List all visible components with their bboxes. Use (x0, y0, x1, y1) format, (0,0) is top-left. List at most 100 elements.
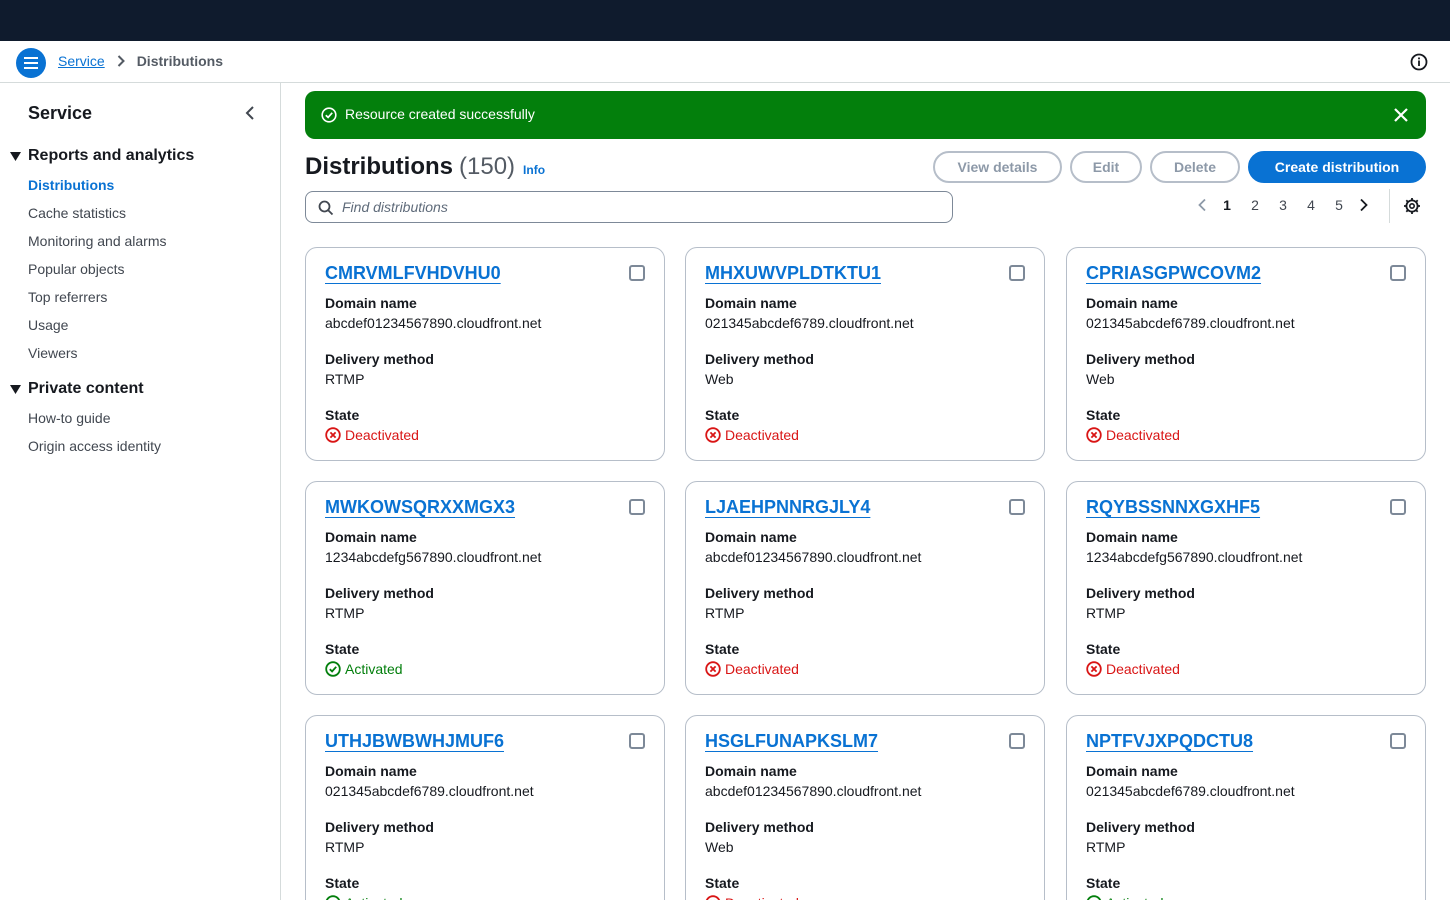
distribution-id-link[interactable]: NPTFVJXPQDCTU8 (1086, 731, 1253, 752)
pagination-divider (1389, 189, 1390, 223)
delivery-method-label: Delivery method (325, 585, 434, 601)
breadcrumb-service-link[interactable]: Service (58, 53, 105, 69)
next-page-icon[interactable] (1353, 198, 1375, 212)
state-value: Activated (325, 895, 403, 900)
delete-button[interactable]: Delete (1150, 151, 1240, 183)
domain-name-value: 1234abcdefg567890.cloudfront.net (1086, 549, 1303, 565)
view-details-button[interactable]: View details (933, 151, 1062, 183)
delivery-method-value: RTMP (1086, 605, 1126, 621)
distribution-card: MWKOWSQRXXMGX3 Domain name 1234abcdefg56… (305, 481, 665, 695)
edit-button[interactable]: Edit (1070, 151, 1142, 183)
domain-name-value: 021345abcdef6789.cloudfront.net (705, 315, 914, 331)
distribution-card: MHXUWVPLDTKTU1 Domain name 021345abcdef6… (685, 247, 1045, 461)
delivery-method-label: Delivery method (325, 819, 434, 835)
delivery-method-label: Delivery method (1086, 351, 1195, 367)
delivery-method-value: RTMP (325, 371, 365, 387)
state-label: State (705, 875, 740, 891)
close-icon[interactable] (1393, 107, 1409, 126)
domain-name-label: Domain name (705, 529, 797, 545)
distribution-card: LJAEHPNNRGJLY4 Domain name abcdef0123456… (685, 481, 1045, 695)
distribution-id-link[interactable]: UTHJBWBWHJMUF6 (325, 731, 504, 752)
breadcrumb-bar: Service Distributions (0, 41, 1450, 83)
sidebar-item-how-to-guide[interactable]: How-to guide (28, 410, 111, 426)
page-5-button[interactable]: 5 (1325, 197, 1353, 213)
state-value: Activated (1086, 895, 1164, 900)
distribution-card: UTHJBWBWHJMUF6 Domain name 021345abcdef6… (305, 715, 665, 900)
check-circle-icon (321, 107, 337, 126)
domain-name-value: 021345abcdef6789.cloudfront.net (325, 783, 534, 799)
x-circle-icon (705, 427, 721, 443)
card-select-checkbox[interactable] (1390, 733, 1406, 749)
menu-button[interactable] (16, 48, 46, 78)
previous-page-icon[interactable] (1191, 198, 1213, 212)
page-1-button[interactable]: 1 (1213, 197, 1241, 213)
sidebar-item-usage[interactable]: Usage (28, 317, 68, 333)
distribution-id-link[interactable]: HSGLFUNAPKSLM7 (705, 731, 878, 752)
domain-name-value: abcdef01234567890.cloudfront.net (325, 315, 542, 331)
section-private-content[interactable]: Private content (10, 380, 144, 398)
distribution-id-link[interactable]: MWKOWSQRXXMGX3 (325, 497, 515, 518)
sidebar-item-monitoring-and-alarms[interactable]: Monitoring and alarms (28, 233, 167, 249)
distribution-id-link[interactable]: CPRIASGPWCOVM2 (1086, 263, 1261, 284)
delivery-method-label: Delivery method (1086, 819, 1195, 835)
card-select-checkbox[interactable] (1390, 499, 1406, 515)
card-select-checkbox[interactable] (629, 265, 645, 281)
chevron-left-icon[interactable] (244, 105, 256, 124)
card-select-checkbox[interactable] (1009, 265, 1025, 281)
sidebar-item-top-referrers[interactable]: Top referrers (28, 289, 107, 305)
search-field (305, 191, 953, 223)
card-select-checkbox[interactable] (1009, 499, 1025, 515)
domain-name-label: Domain name (705, 763, 797, 779)
check-circle-icon (325, 895, 341, 900)
success-flashbar: Resource created successfully (305, 91, 1426, 139)
sidebar-title: Service (28, 103, 93, 123)
sidebar-item-viewers[interactable]: Viewers (28, 345, 78, 361)
state-text: Deactivated (345, 427, 419, 443)
section-label: Reports and analytics (28, 147, 195, 164)
domain-name-value: 021345abcdef6789.cloudfront.net (1086, 783, 1295, 799)
state-label: State (325, 641, 360, 657)
state-value: Deactivated (705, 895, 799, 900)
sidebar-item-popular-objects[interactable]: Popular objects (28, 261, 125, 277)
state-label: State (325, 875, 360, 891)
info-icon[interactable] (1410, 53, 1428, 74)
distribution-id-link[interactable]: CMRVMLFVHDVHU0 (325, 263, 501, 284)
gear-icon[interactable] (1403, 197, 1421, 218)
domain-name-value: abcdef01234567890.cloudfront.net (705, 783, 922, 799)
distribution-id-link[interactable]: MHXUWVPLDTKTU1 (705, 263, 881, 284)
pagination: 1 2 3 4 5 (1191, 197, 1375, 213)
card-select-checkbox[interactable] (629, 733, 645, 749)
page-3-button[interactable]: 3 (1269, 197, 1297, 213)
sidebar-item-distributions[interactable]: Distributions (28, 177, 114, 193)
page-4-button[interactable]: 4 (1297, 197, 1325, 213)
domain-name-label: Domain name (325, 529, 417, 545)
check-circle-icon (325, 661, 341, 677)
card-select-checkbox[interactable] (629, 499, 645, 515)
x-circle-icon (705, 661, 721, 677)
state-text: Deactivated (725, 661, 799, 677)
state-value: Deactivated (1086, 661, 1180, 677)
state-value: Deactivated (1086, 427, 1180, 443)
state-text: Activated (1106, 895, 1164, 900)
sidebar-item-origin-access-identity[interactable]: Origin access identity (28, 438, 161, 454)
hamburger-icon (24, 57, 38, 69)
delivery-method-label: Delivery method (705, 819, 814, 835)
sidebar-item-cache-statistics[interactable]: Cache statistics (28, 205, 126, 221)
search-input[interactable] (342, 197, 942, 217)
state-text: Deactivated (725, 895, 799, 900)
card-select-checkbox[interactable] (1390, 265, 1406, 281)
section-reports-and-analytics[interactable]: Reports and analytics (10, 147, 194, 165)
domain-name-label: Domain name (325, 763, 417, 779)
create-distribution-button[interactable]: Create distribution (1248, 151, 1426, 183)
distribution-id-link[interactable]: RQYBSSNNXGXHF5 (1086, 497, 1260, 518)
page-2-button[interactable]: 2 (1241, 197, 1269, 213)
distribution-card: RQYBSSNNXGXHF5 Domain name 1234abcdefg56… (1066, 481, 1426, 695)
distribution-card: NPTFVJXPQDCTU8 Domain name 021345abcdef6… (1066, 715, 1426, 900)
distribution-id-link[interactable]: LJAEHPNNRGJLY4 (705, 497, 870, 518)
state-text: Activated (345, 895, 403, 900)
top-navigation-bar (0, 0, 1450, 41)
delivery-method-value: Web (1086, 371, 1115, 387)
info-link[interactable]: Info (523, 163, 545, 177)
card-select-checkbox[interactable] (1009, 733, 1025, 749)
caret-down-icon (10, 384, 28, 394)
